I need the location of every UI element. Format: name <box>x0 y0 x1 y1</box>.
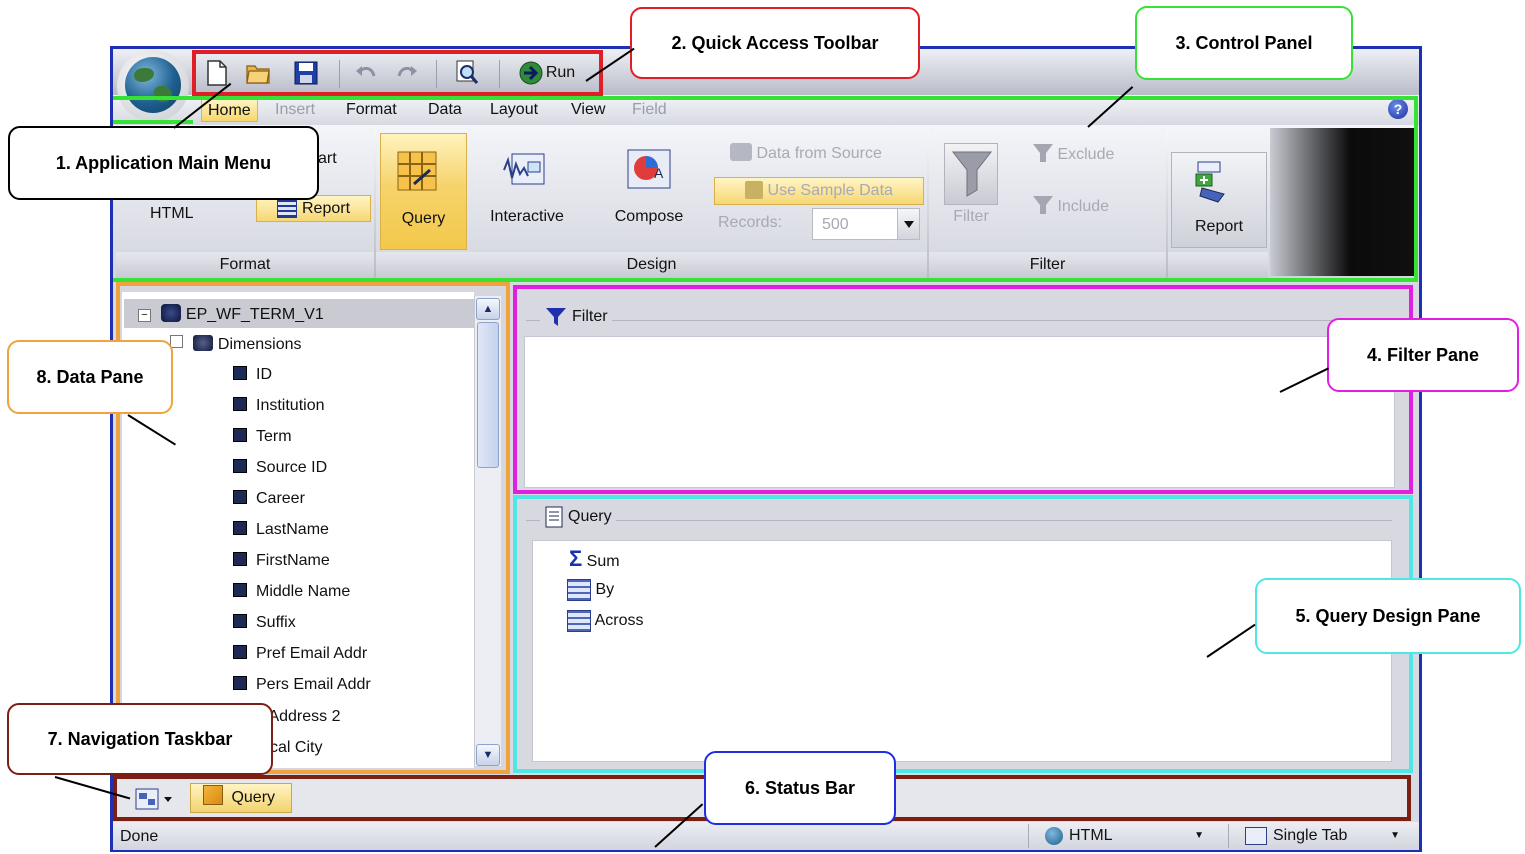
tab-layout-icon <box>1245 827 1267 845</box>
quick-access-frame <box>192 50 603 96</box>
callout-app-main-menu: 1. Application Main Menu <box>8 126 319 200</box>
layout-mode-label: Single Tab <box>1273 827 1348 844</box>
layout-mode-select[interactable]: Single Tab ▼ <box>1228 824 1414 848</box>
globe-small-icon <box>1045 827 1063 845</box>
data-pane-frame <box>116 282 510 774</box>
status-bar <box>113 822 1419 850</box>
filter-pane-frame <box>513 285 1413 494</box>
callout-control-panel: 3. Control Panel <box>1135 6 1353 80</box>
callout-query-design: 5. Query Design Pane <box>1255 578 1521 654</box>
chevron-down-icon: ▼ <box>1390 830 1400 841</box>
callout-status-bar: 6. Status Bar <box>704 751 896 825</box>
callout-nav-taskbar: 7. Navigation Taskbar <box>7 703 273 775</box>
output-format-label: HTML <box>1069 827 1113 844</box>
callout-quick-access: 2. Quick Access Toolbar <box>630 7 920 79</box>
chevron-down-icon: ▼ <box>1194 830 1204 841</box>
callout-data-pane: 8. Data Pane <box>7 340 173 414</box>
status-text: Done <box>120 828 159 845</box>
callout-filter-pane: 4. Filter Pane <box>1327 318 1519 392</box>
output-format-select[interactable]: HTML ▼ <box>1028 824 1218 848</box>
